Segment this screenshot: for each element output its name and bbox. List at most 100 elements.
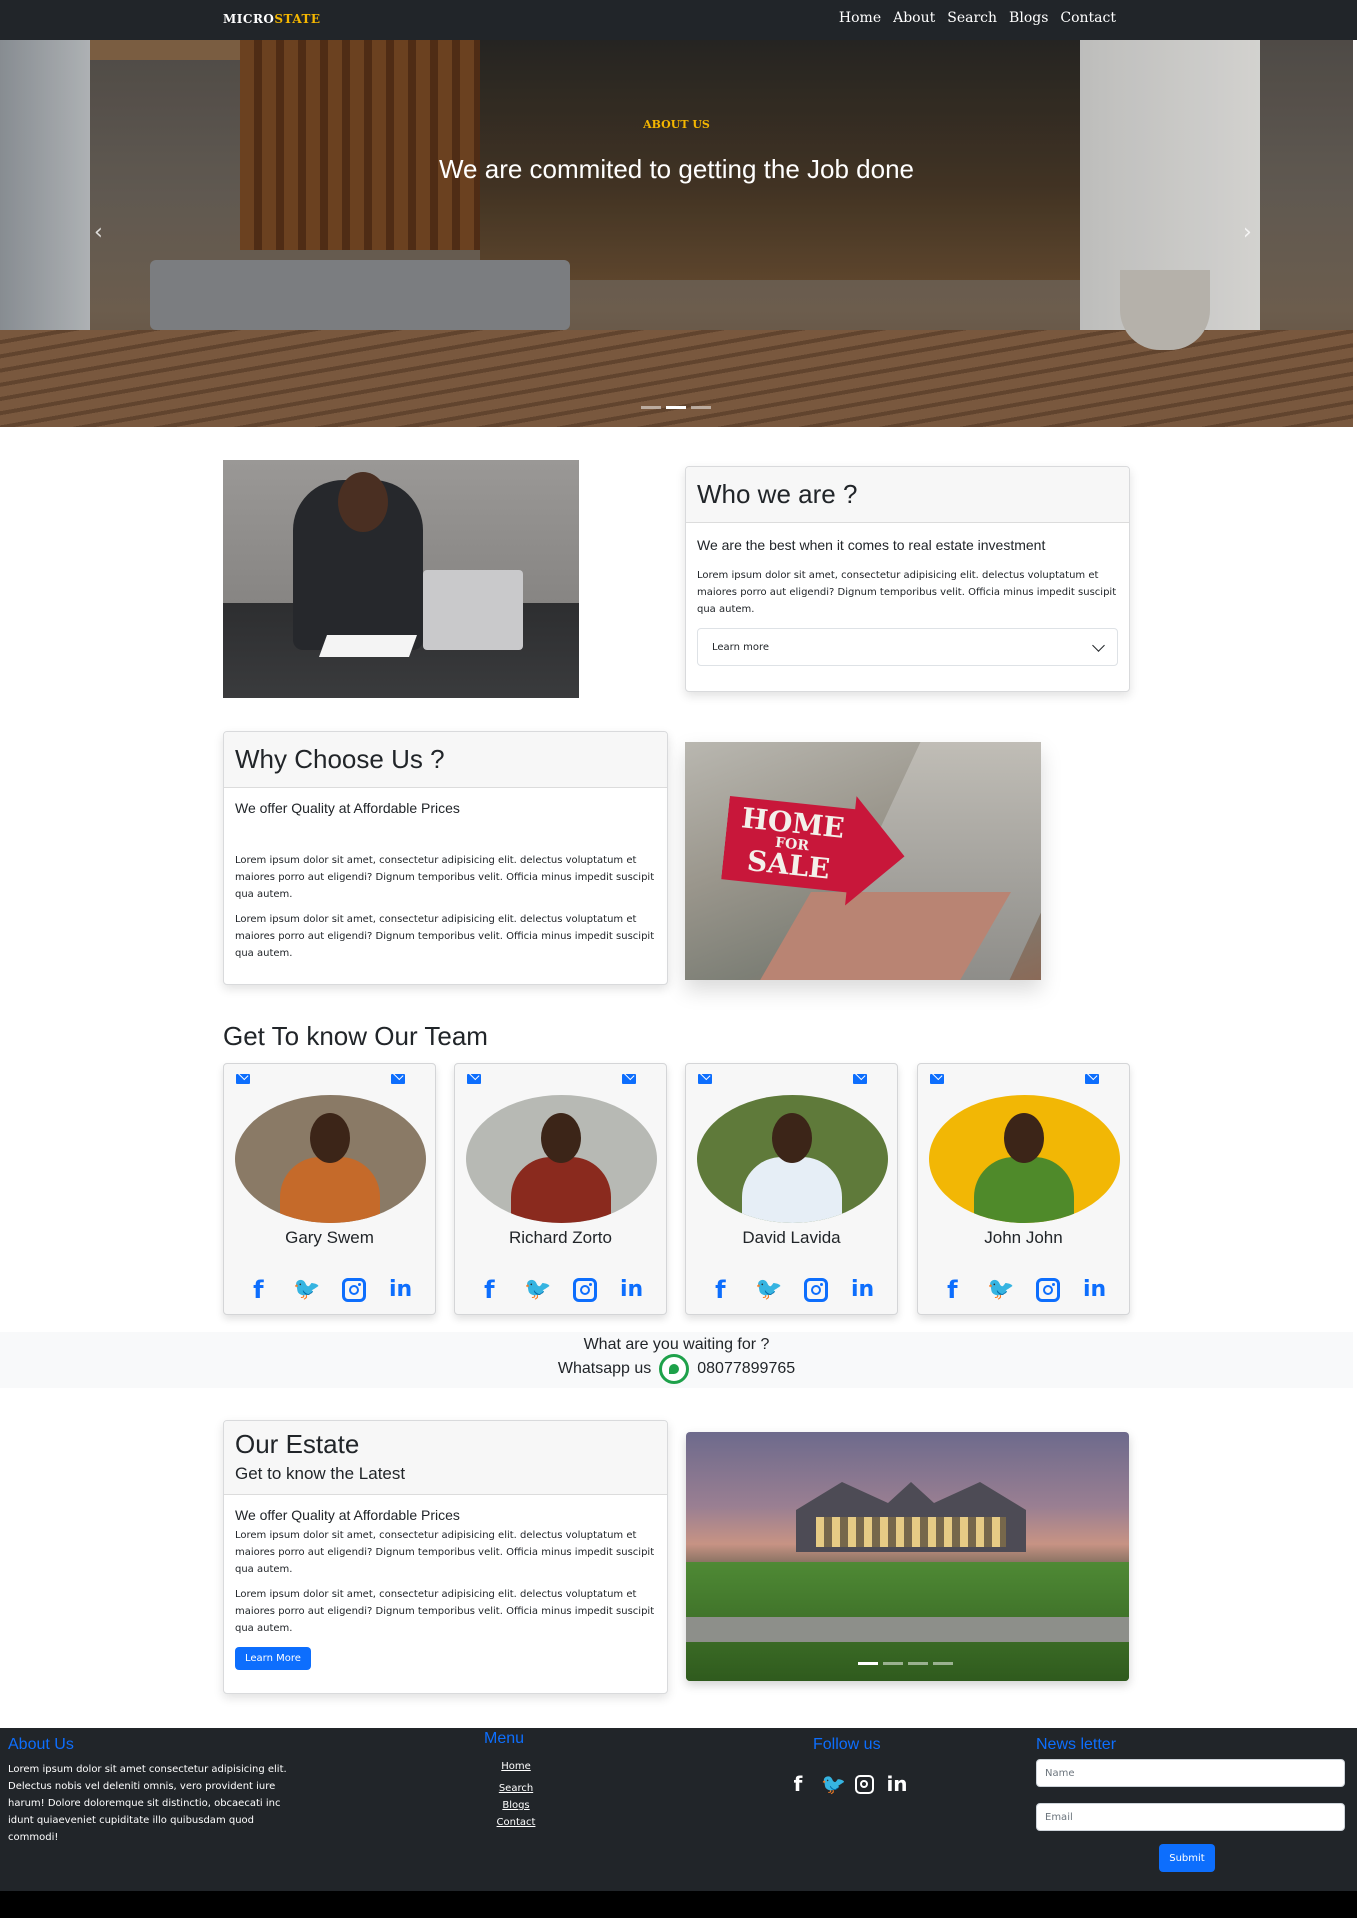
estate-indicator[interactable] — [883, 1662, 903, 1665]
home-for-sale-photo: HOME FOR SALE — [685, 742, 1041, 980]
instagram-icon[interactable] — [855, 1774, 874, 1794]
nav-link-home[interactable]: Home — [839, 10, 881, 26]
our-estate-title: Our Estate — [235, 1429, 360, 1459]
footer-link-blogs[interactable]: Blogs — [485, 1797, 547, 1814]
whatsapp-band: What are you waiting for ? Whatsapp us 0… — [0, 1332, 1353, 1388]
footer-follow-title: Follow us — [813, 1736, 881, 1753]
twitter-icon[interactable]: 🐦 — [821, 1772, 846, 1796]
footer-menu: Home Search Blogs Contact — [485, 1758, 547, 1831]
brand-part-2: STATE — [274, 12, 321, 26]
facebook-icon[interactable]: f — [475, 1276, 503, 1304]
brand-logo[interactable]: MICROSTATE — [223, 12, 321, 26]
newsletter-email-input[interactable] — [1036, 1803, 1345, 1831]
linkedin-icon[interactable]: in — [1081, 1276, 1109, 1304]
mail-icon[interactable] — [1085, 1074, 1099, 1084]
navbar: MICROSTATE Home About Search Blogs Conta… — [0, 0, 1357, 40]
businessman-photo — [223, 460, 579, 698]
our-estate-card: Our Estate Get to know the Latest We off… — [223, 1420, 668, 1694]
who-we-are-lead: We are the best when it comes to real es… — [697, 537, 1046, 553]
mail-icon[interactable] — [622, 1074, 636, 1084]
page: MICROSTATE Home About Search Blogs Conta… — [0, 0, 1357, 1918]
footer-newsletter-title: News letter — [1036, 1736, 1117, 1753]
estate-indicator-active[interactable] — [858, 1662, 878, 1665]
sign-line-3: SALE — [745, 844, 832, 886]
whatsapp-icon[interactable] — [659, 1354, 690, 1384]
mail-icon[interactable] — [698, 1074, 712, 1084]
linkedin-icon[interactable]: in — [849, 1276, 877, 1304]
facebook-icon[interactable]: f — [787, 1772, 809, 1796]
linkedin-icon[interactable]: in — [387, 1276, 415, 1304]
estate-indicators — [858, 1662, 953, 1665]
learn-more-accordion[interactable]: Learn more — [697, 628, 1118, 666]
estate-indicator[interactable] — [908, 1662, 928, 1665]
member-name: John John — [984, 1228, 1063, 1247]
learn-more-button[interactable]: Learn More — [235, 1647, 311, 1670]
nav-link-contact[interactable]: Contact — [1060, 10, 1116, 26]
footer-bottom-bar — [0, 1891, 1357, 1918]
our-estate-subtitle: Get to know the Latest — [235, 1464, 406, 1483]
nav-link-blogs[interactable]: Blogs — [1009, 10, 1048, 26]
hero-carousel: ABOUT US We are commited to getting the … — [0, 40, 1353, 427]
footer-link-contact[interactable]: Contact — [485, 1814, 547, 1831]
avatar — [929, 1095, 1120, 1223]
team-card-3: David Lavida f 🐦 in — [685, 1063, 898, 1315]
avatar — [466, 1095, 657, 1223]
instagram-icon[interactable] — [1035, 1278, 1060, 1302]
who-we-are-text: Lorem ipsum dolor sit amet, consectetur … — [697, 570, 1117, 615]
team-card-2: Richard Zorto f 🐦 in — [454, 1063, 667, 1315]
hero-title: We are commited to getting the Job done — [438, 154, 915, 184]
footer-link-search[interactable]: Search — [485, 1780, 547, 1797]
instagram-icon[interactable] — [803, 1278, 828, 1302]
newsletter-name-input[interactable] — [1036, 1759, 1345, 1787]
nav-links: Home About Search Blogs Contact — [839, 10, 1116, 26]
footer-about-text: Lorem ipsum dolor sit amet consectetur a… — [8, 1764, 287, 1843]
twitter-icon[interactable]: 🐦 — [524, 1276, 552, 1304]
chevron-right-icon[interactable]: › — [1243, 220, 1252, 245]
avatar — [235, 1095, 426, 1223]
our-estate-text-2: Lorem ipsum dolor sit amet, consectetur … — [235, 1589, 655, 1634]
nav-link-about[interactable]: About — [893, 10, 935, 26]
why-choose-us-text-2: Lorem ipsum dolor sit amet, consectetur … — [235, 914, 655, 959]
twitter-icon[interactable]: 🐦 — [755, 1276, 783, 1304]
whatsapp-question: What are you waiting for ? — [583, 1336, 770, 1353]
chevron-left-icon[interactable]: ‹ — [94, 220, 103, 245]
nav-link-search[interactable]: Search — [947, 10, 997, 26]
mail-icon[interactable] — [930, 1074, 944, 1084]
footer-link-home[interactable]: Home — [485, 1758, 547, 1775]
hero-indicators — [641, 406, 711, 409]
twitter-icon[interactable]: 🐦 — [293, 1276, 321, 1304]
hero-indicator[interactable] — [641, 406, 661, 409]
mail-icon[interactable] — [467, 1074, 481, 1084]
chevron-down-icon — [1092, 638, 1105, 652]
estate-indicator[interactable] — [933, 1662, 953, 1665]
our-estate-lead: We offer Quality at Affordable Prices — [235, 1507, 460, 1523]
whatsapp-label: Whatsapp us — [557, 1360, 652, 1377]
twitter-icon[interactable]: 🐦 — [987, 1276, 1015, 1304]
whatsapp-phone[interactable]: 08077899765 — [697, 1360, 795, 1378]
member-socials: f 🐦 in — [918, 1276, 1129, 1304]
member-name: Gary Swem — [285, 1228, 374, 1247]
linkedin-icon[interactable]: in — [618, 1276, 646, 1304]
team-card-4: John John f 🐦 in — [917, 1063, 1130, 1315]
hero-indicator-active[interactable] — [666, 406, 686, 409]
instagram-icon[interactable] — [341, 1278, 366, 1302]
facebook-icon[interactable]: f — [244, 1276, 272, 1304]
why-choose-us-title: Why Choose Us ? — [235, 744, 445, 774]
facebook-icon[interactable]: f — [706, 1276, 734, 1304]
mail-icon[interactable] — [853, 1074, 867, 1084]
facebook-icon[interactable]: f — [938, 1276, 966, 1304]
instagram-icon[interactable] — [572, 1278, 597, 1302]
mail-icon[interactable] — [236, 1074, 250, 1084]
hero-kicker: ABOUT US — [643, 118, 710, 131]
linkedin-icon[interactable]: in — [886, 1772, 908, 1796]
newsletter-submit-button[interactable]: Submit — [1159, 1844, 1215, 1872]
hero-indicator[interactable] — [691, 406, 711, 409]
mail-icon[interactable] — [391, 1074, 405, 1084]
who-we-are-title: Who we are ? — [697, 479, 858, 509]
member-socials: f 🐦 in — [686, 1276, 897, 1304]
footer-about-title: About Us — [8, 1736, 74, 1753]
footer: About Us Lorem ipsum dolor sit amet cons… — [0, 1728, 1357, 1891]
why-choose-us-card: Why Choose Us ? We offer Quality at Affo… — [223, 731, 668, 985]
team-card-1: Gary Swem f 🐦 in — [223, 1063, 436, 1315]
member-socials: f 🐦 in — [455, 1276, 666, 1304]
